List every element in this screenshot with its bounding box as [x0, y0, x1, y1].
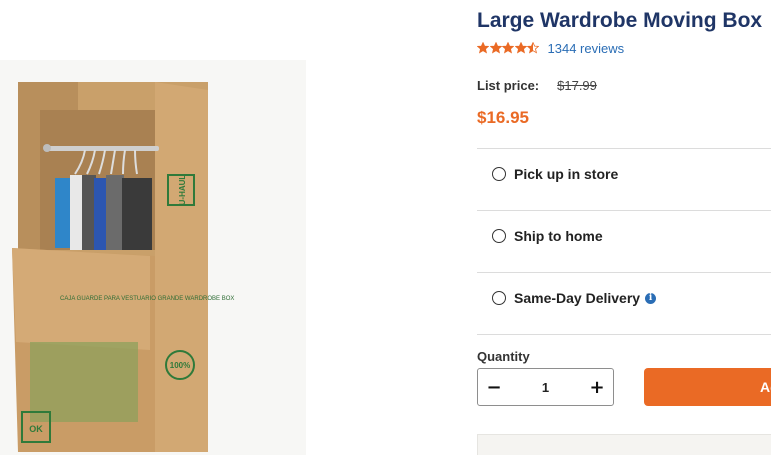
box-badge-text: 100% — [170, 361, 190, 370]
increase-quantity-button[interactable]: + — [581, 369, 613, 405]
radio-button[interactable] — [492, 291, 506, 305]
star-icon — [527, 42, 539, 54]
option-label: Ship to home — [514, 228, 603, 244]
reviews-link[interactable]: 1344 reviews — [548, 41, 625, 56]
radio-button[interactable] — [492, 229, 506, 243]
quantity-label: Quantity — [477, 349, 530, 364]
product-title: Large Wardrobe Moving Box — [477, 9, 763, 32]
quantity-input[interactable] — [510, 368, 581, 406]
list-price-row: List price: $17.99 — [477, 78, 597, 93]
add-to-cart-button[interactable]: Add to cart — [644, 368, 771, 406]
add-to-cart-label: Add to cart — [760, 379, 771, 395]
star-icon — [489, 42, 502, 54]
divider — [477, 148, 771, 149]
bottom-info-panel — [477, 434, 771, 455]
option-pickup-in-store[interactable]: Pick up in store — [492, 166, 618, 182]
option-same-day-delivery[interactable]: Same-Day Delivery i — [492, 290, 657, 306]
quantity-stepper: − + — [477, 368, 614, 406]
star-rating — [477, 42, 540, 54]
star-icon — [502, 42, 514, 54]
current-price: $16.95 — [477, 108, 529, 127]
decrease-quantity-button[interactable]: − — [478, 369, 510, 405]
star-icon — [514, 42, 527, 54]
box-check-text: OK — [29, 424, 43, 434]
box-logo-text: U-HAUL — [178, 175, 187, 206]
info-icon[interactable]: i — [645, 292, 657, 304]
box-label-text: CAJA GUARDE PARA VESTUARIO GRANDE WARDRO… — [60, 296, 234, 302]
list-price-label: List price: — [477, 78, 540, 93]
option-ship-to-home[interactable]: Ship to home — [492, 228, 603, 244]
star-icon — [477, 42, 489, 54]
option-label: Pick up in store — [514, 166, 619, 182]
list-price-value: $17.99 — [557, 78, 597, 93]
divider — [477, 210, 771, 211]
wardrobe-box-illustration: U-HAUL CAJA GUARDE PARA VESTUARIO GRANDE… — [12, 82, 234, 452]
product-image[interactable]: U-HAUL CAJA GUARDE PARA VESTUARIO GRANDE… — [0, 60, 306, 455]
option-label: Same-Day Delivery — [514, 290, 641, 306]
divider — [477, 334, 771, 335]
radio-button[interactable] — [492, 167, 506, 181]
divider — [477, 272, 771, 273]
product-rating: 1344 reviews — [477, 40, 624, 56]
